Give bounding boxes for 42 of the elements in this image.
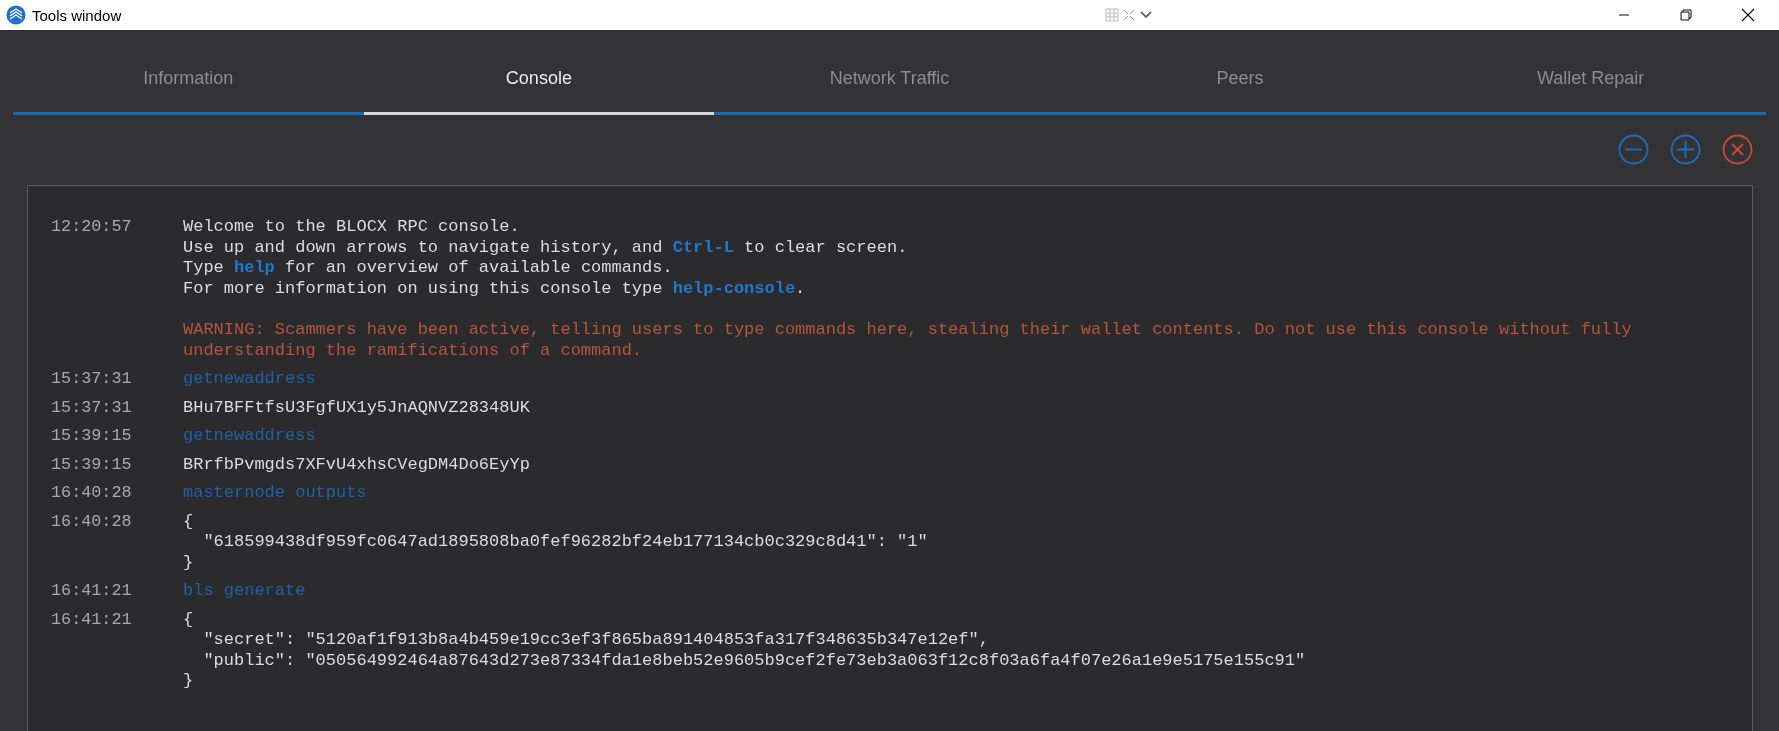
console-text: Type help for an overview of available commands. bbox=[183, 258, 674, 279]
console-text: For more information on using this console type help-console. bbox=[183, 278, 807, 299]
console-text: } bbox=[183, 552, 195, 573]
tab[interactable]: Wallet Repair bbox=[1415, 48, 1766, 115]
tab[interactable]: Information bbox=[13, 48, 364, 115]
tab[interactable]: Network Traffic bbox=[714, 48, 1065, 115]
timestamp: 15:39:15 bbox=[50, 454, 133, 475]
timestamp: 12:20:57 bbox=[50, 217, 133, 238]
timestamp: 16:40:28 bbox=[50, 511, 133, 533]
zoom-in-icon[interactable] bbox=[1670, 134, 1701, 165]
timestamp: 15:39:15 bbox=[50, 426, 133, 447]
console-command: bls generate bbox=[183, 581, 306, 602]
console-command: masternode outputs bbox=[183, 483, 367, 504]
console-command: getnewaddress bbox=[183, 426, 316, 447]
timestamp: 15:37:31 bbox=[50, 369, 133, 390]
window-title: Tools window bbox=[32, 6, 122, 24]
grid-icon[interactable] bbox=[1105, 8, 1120, 22]
timestamp: 16:41:21 bbox=[50, 609, 133, 631]
console-text: { bbox=[183, 511, 195, 532]
console-text: "public": "050564992464a87643d273e87334fda1e8beb52e9605b9cef2fe73eb3a063f12c8f03a6fa4f07e26a1e9e5175e155c91" bbox=[202, 650, 1306, 671]
restore-icon[interactable] bbox=[1680, 9, 1692, 21]
expand-icon[interactable] bbox=[1122, 8, 1137, 22]
warning-text: understanding the ramifications of a command. bbox=[183, 340, 644, 361]
tab[interactable]: Console bbox=[363, 48, 715, 115]
console-text: Welcome to the BLOCX RPC console. bbox=[183, 217, 521, 238]
console-text: } bbox=[183, 671, 195, 692]
console-text: Use up and down arrows to navigate history, and Ctrl-L to clear screen. bbox=[183, 237, 909, 258]
console-text: { bbox=[183, 609, 195, 630]
zoom-out-icon[interactable] bbox=[1618, 134, 1649, 165]
console-text: "618599438df959fc0647ad1895808ba0fef96282bf24eb177134cb0c329c8d41": "1" bbox=[202, 532, 928, 553]
console-command: getnewaddress bbox=[183, 369, 316, 390]
close-icon[interactable] bbox=[1741, 8, 1755, 22]
tab[interactable]: Peers bbox=[1064, 48, 1416, 115]
timestamp: 16:41:21 bbox=[50, 581, 133, 602]
warning-text: WARNING: Scammers have been active, telling users to type commands here, stealing their wallet contents. Do not use this console without fully bbox=[183, 320, 1632, 341]
timestamp: 16:40:28 bbox=[50, 483, 133, 504]
clear-icon[interactable] bbox=[1722, 134, 1753, 165]
console-text: BRrfbPvmgds7XFvU4xhsCVegDM4Do6EyYp bbox=[183, 454, 530, 475]
timestamp: 15:37:31 bbox=[50, 397, 133, 418]
console-text: BHu7BFFtfsU3FgfUX1y5JnAQNVZ28348UK bbox=[183, 397, 530, 418]
app-logo-icon bbox=[6, 5, 26, 25]
console-text: "secret": "5120af1f913b8a4b459e19cc3ef3f865ba891404853fa317f348635b347e12ef", bbox=[202, 630, 990, 651]
